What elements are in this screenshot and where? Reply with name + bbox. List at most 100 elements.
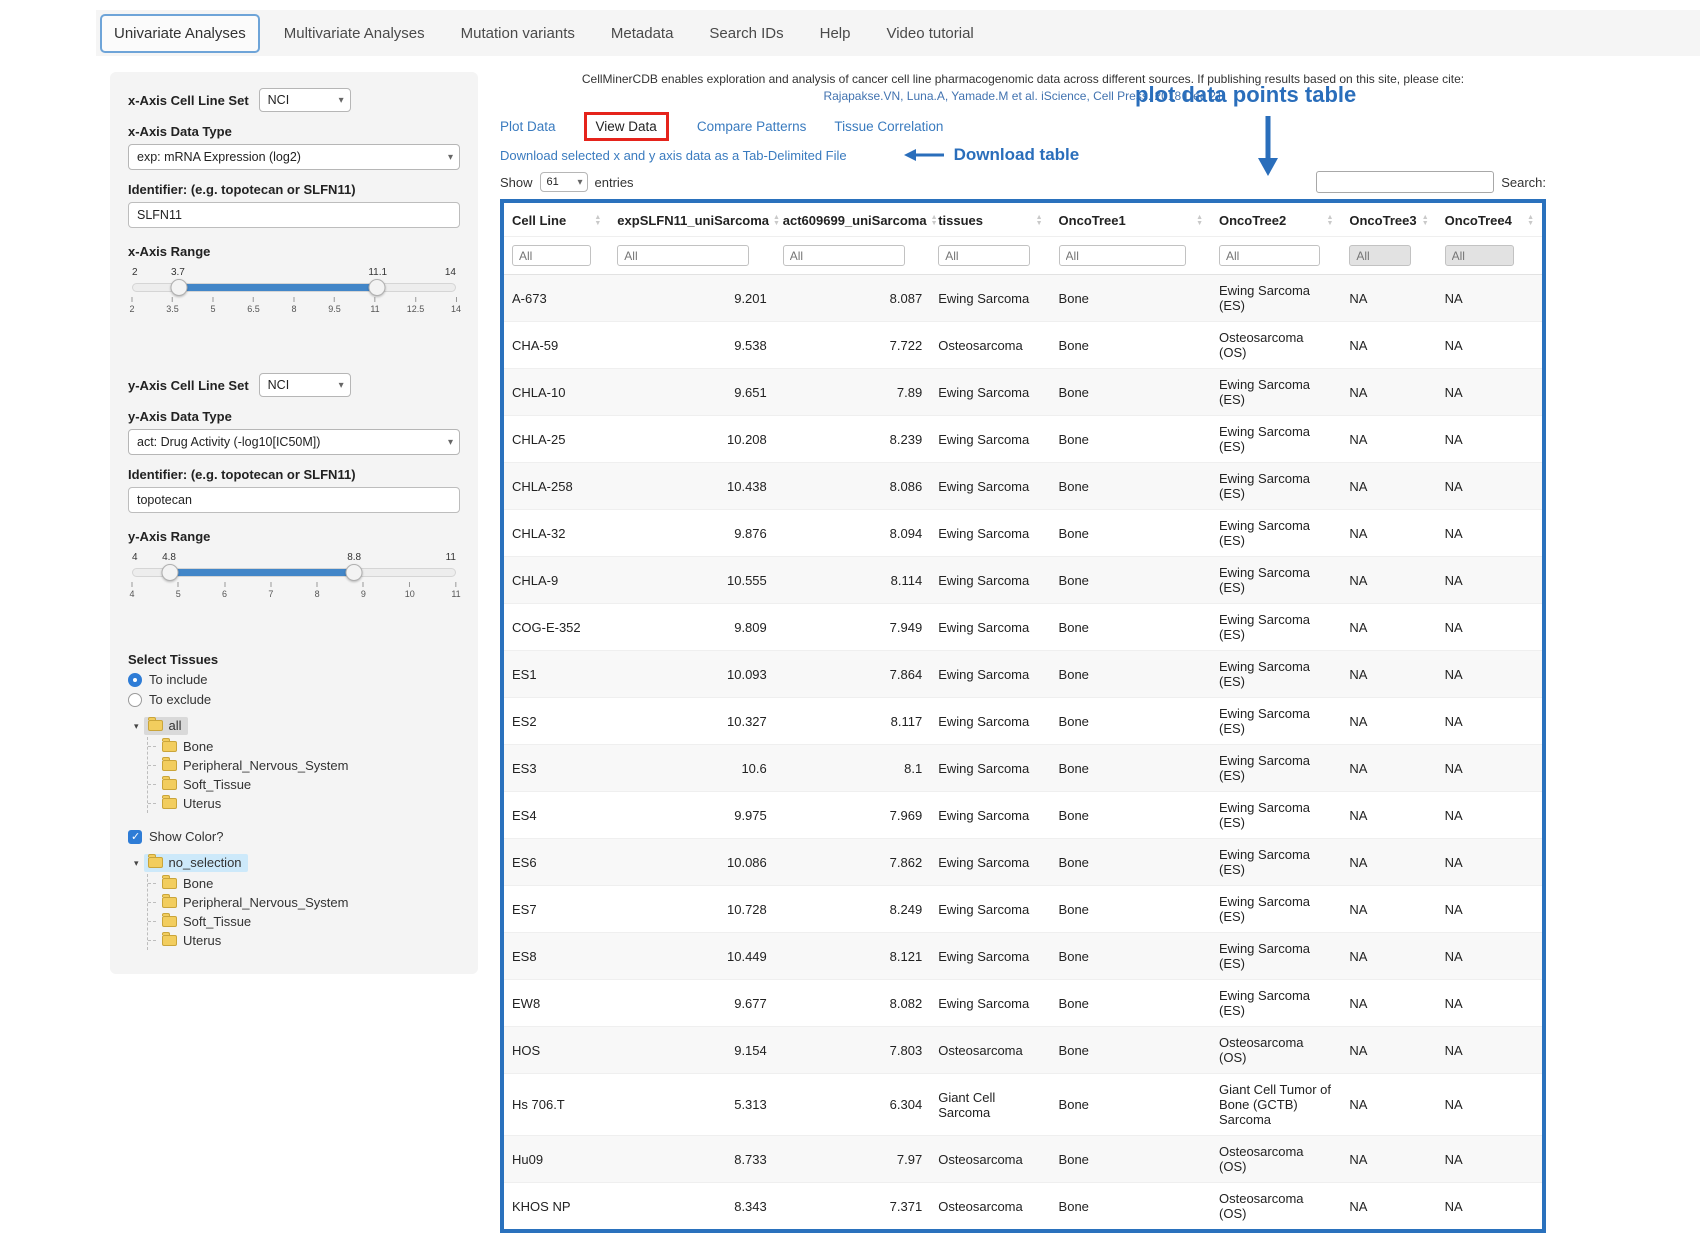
table-row[interactable]: CHLA-329.8768.094Ewing SarcomaBoneEwing … <box>504 510 1542 557</box>
y-axis-identifier-input[interactable] <box>128 487 460 513</box>
slider-tick: 10 <box>405 582 415 599</box>
table-cell: NA <box>1341 698 1436 745</box>
tree-node-uterus[interactable]: Uterus <box>157 794 460 813</box>
y-axis-data-type-select[interactable]: act: Drug Activity (-log10[IC50M]) ▾ <box>128 429 460 455</box>
table-row[interactable]: ES610.0867.862Ewing SarcomaBoneEwing Sar… <box>504 839 1542 886</box>
nav-tab-help[interactable]: Help <box>808 16 863 51</box>
slider-tick: 8 <box>291 297 296 314</box>
column-header-cell-line[interactable]: Cell Line▲▼ <box>504 203 609 237</box>
column-filter-act609699-unisarcoma[interactable] <box>783 245 906 266</box>
download-link[interactable]: Download selected x and y axis data as a… <box>500 148 847 163</box>
folder-icon <box>148 857 163 868</box>
column-header-tissues[interactable]: tissues▲▼ <box>930 203 1050 237</box>
tree-expand-icon[interactable]: ▾ <box>134 858 139 869</box>
radio-to-include[interactable]: To include <box>128 672 460 687</box>
entries-count-select[interactable]: 61 ▾ <box>540 172 588 192</box>
slider-handle-low[interactable] <box>170 279 187 296</box>
column-filter-expslfn11-unisarcoma[interactable] <box>617 245 749 266</box>
tab-tissue-correlation[interactable]: Tissue Correlation <box>834 119 943 134</box>
x-axis-range-slider[interactable]: 2 3.7 11.1 14 23.556.589.51112.514 <box>132 283 456 339</box>
table-row[interactable]: Hs 706.T5.3136.304Giant Cell SarcomaBone… <box>504 1074 1542 1136</box>
table-cell: CHLA-10 <box>504 369 609 416</box>
x-axis-cell-line-set-value: NCI <box>268 93 290 107</box>
slider-handle-low[interactable] <box>161 564 178 581</box>
tree-expand-icon[interactable]: ▾ <box>134 721 139 732</box>
slider-max-label: 14 <box>445 267 456 278</box>
show-color-checkbox[interactable]: Show Color? <box>128 829 460 844</box>
chevron-down-icon: ▾ <box>339 380 344 391</box>
column-filter-tissues[interactable] <box>938 245 1030 266</box>
table-row[interactable]: ES49.9757.969Ewing SarcomaBoneEwing Sarc… <box>504 792 1542 839</box>
table-row[interactable]: CHLA-910.5558.114Ewing SarcomaBoneEwing … <box>504 557 1542 604</box>
table-row[interactable]: ES310.68.1Ewing SarcomaBoneEwing Sarcoma… <box>504 745 1542 792</box>
tab-compare-patterns[interactable]: Compare Patterns <box>697 119 807 134</box>
citation-reference-link[interactable]: Rajapakse.VN, Luna.A, Yamade.M et al. iS… <box>500 89 1546 103</box>
tab-plot-data[interactable]: Plot Data <box>500 119 556 134</box>
table-row[interactable]: ES110.0937.864Ewing SarcomaBoneEwing Sar… <box>504 651 1542 698</box>
nav-tab-video-tutorial[interactable]: Video tutorial <box>874 16 985 51</box>
tree-node-bone[interactable]: Bone <box>157 874 460 893</box>
nav-tab-mutation-variants[interactable]: Mutation variants <box>449 16 587 51</box>
table-cell: NA <box>1437 792 1542 839</box>
y-axis-range-slider[interactable]: 4 4.8 8.8 11 4567891011 <box>132 568 456 624</box>
column-filter-oncotree2[interactable] <box>1219 245 1320 266</box>
table-cell: 9.876 <box>609 510 774 557</box>
table-row[interactable]: ES710.7288.249Ewing SarcomaBoneEwing Sar… <box>504 886 1542 933</box>
tree-node-uterus[interactable]: Uterus <box>157 931 460 950</box>
column-header-oncotree4[interactable]: OncoTree4▲▼ <box>1437 203 1542 237</box>
x-axis-cell-line-set-select[interactable]: NCI ▾ <box>259 88 351 112</box>
column-filter-cell-line[interactable] <box>512 245 591 266</box>
tree-node-soft-tissue[interactable]: Soft_Tissue <box>157 775 460 794</box>
table-cell: Ewing Sarcoma (ES) <box>1211 745 1341 792</box>
column-header-oncotree3[interactable]: OncoTree3▲▼ <box>1341 203 1436 237</box>
tab-view-data[interactable]: View Data <box>584 112 669 141</box>
tree-node-peripheral-nervous-system[interactable]: Peripheral_Nervous_System <box>157 756 460 775</box>
table-cell: Bone <box>1051 463 1211 510</box>
slider-tick-scale: 23.556.589.51112.514 <box>132 297 456 319</box>
table-cell: Bone <box>1051 275 1211 322</box>
column-filter-oncotree3[interactable] <box>1349 245 1411 266</box>
table-cell: Bone <box>1051 980 1211 1027</box>
y-axis-cell-line-set-select[interactable]: NCI ▾ <box>259 373 351 397</box>
table-cell: Ewing Sarcoma (ES) <box>1211 416 1341 463</box>
table-row[interactable]: CHLA-109.6517.89Ewing SarcomaBoneEwing S… <box>504 369 1542 416</box>
radio-to-exclude[interactable]: To exclude <box>128 692 460 707</box>
column-header-act609699-unisarcoma[interactable]: act609699_uniSarcoma▲▼ <box>775 203 930 237</box>
tree-node-soft-tissue[interactable]: Soft_Tissue <box>157 912 460 931</box>
column-header-oncotree1[interactable]: OncoTree1▲▼ <box>1051 203 1211 237</box>
tree-node-bone[interactable]: Bone <box>157 737 460 756</box>
nav-tab-univariate-analyses[interactable]: Univariate Analyses <box>100 14 260 53</box>
table-row[interactable]: CHLA-25810.4388.086Ewing SarcomaBoneEwin… <box>504 463 1542 510</box>
slider-min-label: 4 <box>132 552 138 563</box>
slider-handle-high[interactable] <box>369 279 386 296</box>
table-row[interactable]: ES210.3278.117Ewing SarcomaBoneEwing Sar… <box>504 698 1542 745</box>
table-row[interactable]: COG-E-3529.8097.949Ewing SarcomaBoneEwin… <box>504 604 1542 651</box>
tree-node-no-selection[interactable]: ▾ no_selection <box>134 854 460 872</box>
table-row[interactable]: CHA-599.5387.722OsteosarcomaBoneOsteosar… <box>504 322 1542 369</box>
tree-node-peripheral-nervous-system[interactable]: Peripheral_Nervous_System <box>157 893 460 912</box>
nav-tab-multivariate-analyses[interactable]: Multivariate Analyses <box>272 16 437 51</box>
table-row[interactable]: HOS9.1547.803OsteosarcomaBoneOsteosarcom… <box>504 1027 1542 1074</box>
slider-handle-high[interactable] <box>345 564 362 581</box>
table-row[interactable]: EW89.6778.082Ewing SarcomaBoneEwing Sarc… <box>504 980 1542 1027</box>
x-axis-identifier-input[interactable] <box>128 202 460 228</box>
slider-track[interactable] <box>132 568 456 577</box>
column-filter-oncotree1[interactable] <box>1059 245 1186 266</box>
nav-tab-metadata[interactable]: Metadata <box>599 16 686 51</box>
table-row[interactable]: CHLA-2510.2088.239Ewing SarcomaBoneEwing… <box>504 416 1542 463</box>
column-header-expslfn11-unisarcoma[interactable]: expSLFN11_uniSarcoma▲▼ <box>609 203 774 237</box>
column-filter-oncotree4[interactable] <box>1445 245 1515 266</box>
table-row[interactable]: A-6739.2018.087Ewing SarcomaBoneEwing Sa… <box>504 275 1542 322</box>
column-header-oncotree2[interactable]: OncoTree2▲▼ <box>1211 203 1341 237</box>
x-axis-data-type-select[interactable]: exp: mRNA Expression (log2) ▾ <box>128 144 460 170</box>
tree-node-all[interactable]: ▾ all <box>134 717 460 735</box>
table-row[interactable]: KHOS NP8.3437.371OsteosarcomaBoneOsteosa… <box>504 1183 1542 1230</box>
x-axis-range-label: x-Axis Range <box>128 244 460 259</box>
table-row[interactable]: Hu098.7337.97OsteosarcomaBoneOsteosarcom… <box>504 1136 1542 1183</box>
table-cell: NA <box>1437 416 1542 463</box>
search-input[interactable] <box>1316 171 1494 193</box>
table-row[interactable]: ES810.4498.121Ewing SarcomaBoneEwing Sar… <box>504 933 1542 980</box>
nav-tab-search-ids[interactable]: Search IDs <box>697 16 795 51</box>
table-cell: Ewing Sarcoma (ES) <box>1211 886 1341 933</box>
slider-track[interactable] <box>132 283 456 292</box>
